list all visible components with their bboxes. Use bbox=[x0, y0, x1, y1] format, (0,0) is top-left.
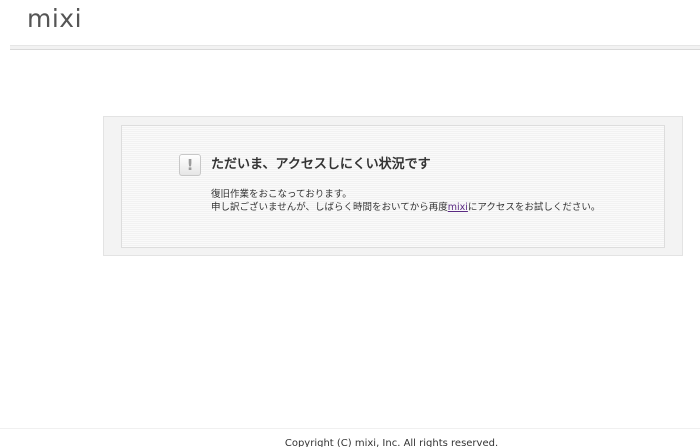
notice-panel: ! ただいま、アクセスしにくい状況です 復旧作業をおこなっております。 申し訳ご… bbox=[103, 116, 683, 256]
notice-line-1: 復旧作業をおこなっております。 bbox=[211, 189, 352, 200]
notice-message: 復旧作業をおこなっております。 申し訳ございませんが、しばらく時間をおいてから再… bbox=[211, 188, 611, 214]
header-divider bbox=[10, 45, 700, 50]
notice-line-2: 申し訳ございませんが、しばらく時間をおいてから再度mixiにアクセスをお試しくだ… bbox=[211, 201, 611, 214]
copyright-text: Copyright (C) mixi, Inc. All rights rese… bbox=[284, 438, 499, 447]
notice-title: ただいま、アクセスしにくい状況です bbox=[211, 157, 431, 172]
notice-box: ! ただいま、アクセスしにくい状況です 復旧作業をおこなっております。 申し訳ご… bbox=[121, 125, 665, 248]
mixi-logo[interactable]: mixi bbox=[27, 4, 82, 34]
page: mixi ! ただいま、アクセスしにくい状況です 復旧作業をおこなっております。… bbox=[0, 0, 700, 447]
notice-line-2-after: にアクセスをお試しください。 bbox=[467, 202, 601, 213]
mixi-link[interactable]: mixi bbox=[448, 202, 468, 213]
footer-divider bbox=[0, 428, 700, 429]
notice-line-2-before: 申し訳ございませんが、しばらく時間をおいてから再度 bbox=[211, 202, 448, 213]
exclamation-icon: ! bbox=[179, 154, 201, 176]
header: mixi bbox=[0, 0, 700, 50]
